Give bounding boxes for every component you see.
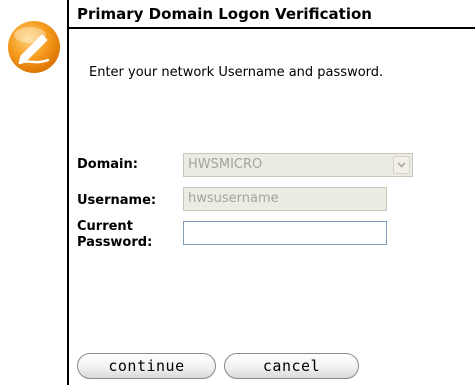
password-label-line1: Current: [77, 219, 133, 234]
left-divider: [67, 0, 69, 385]
instructions-text: Enter your network Username and password…: [89, 65, 384, 80]
cancel-button[interactable]: cancel: [224, 353, 359, 379]
password-field[interactable]: [183, 221, 387, 245]
chevron-down-icon[interactable]: [393, 156, 410, 174]
username-value: hwsusername: [188, 191, 279, 206]
pen-signature-icon: [6, 19, 62, 75]
domain-select[interactable]: HWSMICRO: [183, 153, 413, 177]
domain-select-value: HWSMICRO: [188, 157, 263, 172]
username-field[interactable]: hwsusername: [183, 187, 387, 211]
password-label: Current Password:: [77, 219, 152, 251]
domain-label: Domain:: [77, 157, 138, 172]
password-label-line2: Password:: [77, 235, 153, 250]
title-divider: [68, 27, 475, 29]
logon-page: Primary Domain Logon Verification Enter …: [0, 0, 475, 385]
username-label: Username:: [77, 193, 157, 208]
continue-button[interactable]: continue: [77, 353, 216, 379]
page-title: Primary Domain Logon Verification: [77, 5, 372, 23]
